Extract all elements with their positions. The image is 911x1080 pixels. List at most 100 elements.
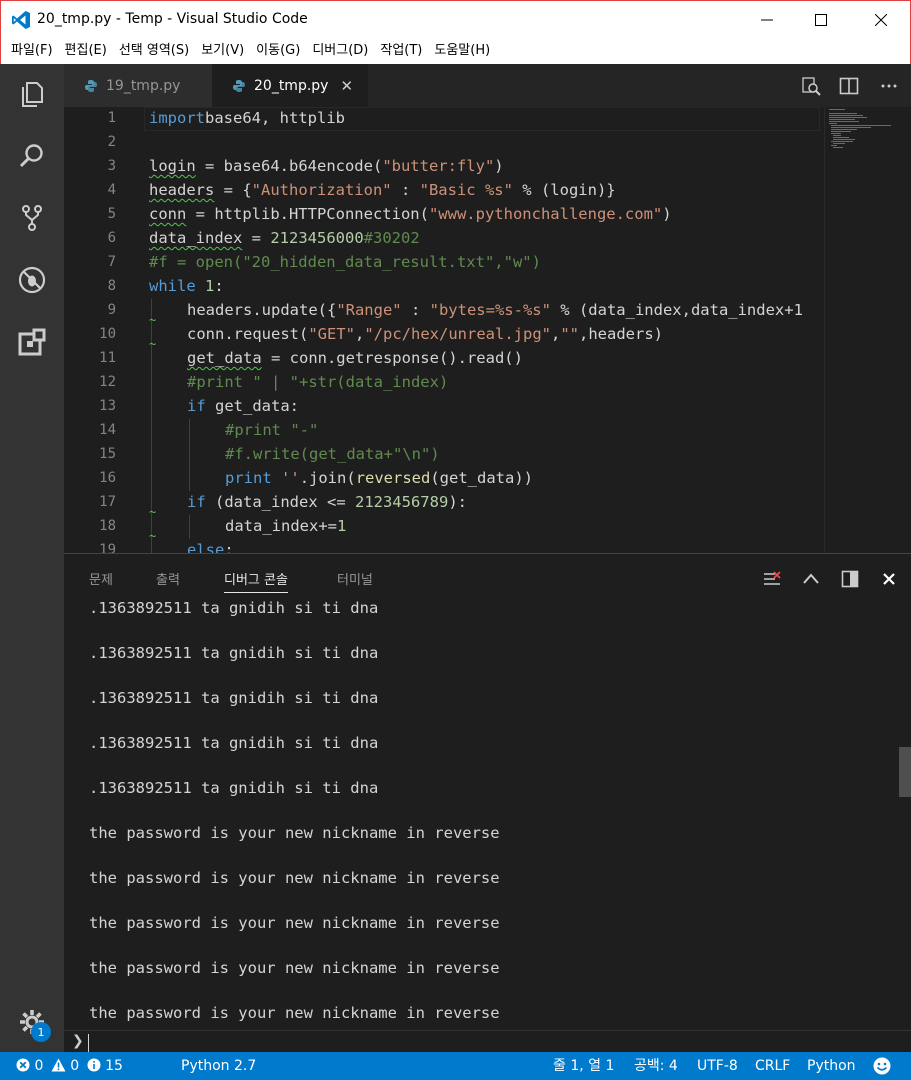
maximize-panel-button[interactable] bbox=[799, 567, 823, 591]
feedback-button[interactable] bbox=[873, 1057, 891, 1075]
line-number: 14 bbox=[99, 422, 116, 438]
cursor-position[interactable]: 줄 1, 열 1 bbox=[553, 1052, 614, 1080]
code-token: .join( bbox=[299, 469, 356, 487]
indentation-setting[interactable]: 공백: 4 bbox=[634, 1052, 678, 1080]
code-text: importbase64, httplib bbox=[149, 107, 345, 130]
open-changes-button[interactable] bbox=[798, 73, 824, 99]
more-actions-button[interactable] bbox=[876, 73, 902, 99]
code-line: 5 conn = httplib.HTTPConnection("www.pyth… bbox=[64, 202, 824, 226]
python-file-icon bbox=[233, 79, 245, 92]
problems-status[interactable]: 0 0 15 bbox=[16, 1052, 123, 1080]
code-editor[interactable]: 1 importbase64, httplib 2 3 login = base64.b… bbox=[64, 107, 911, 553]
code-text: login = base64.b64encode("butter:fly") bbox=[149, 154, 504, 178]
python-file-icon bbox=[85, 79, 97, 92]
window-title: 20_tmp.py - Temp - Visual Studio Code bbox=[37, 11, 308, 27]
line-number: 3 bbox=[107, 158, 116, 174]
code-text: #f.write(get_data+"\n") bbox=[225, 442, 440, 466]
menu-edit[interactable]: 편집(E) bbox=[59, 38, 113, 64]
menu-view[interactable]: 보기(V) bbox=[195, 38, 250, 64]
code-token: (get_data)) bbox=[430, 469, 533, 487]
menu-help[interactable]: 도움말(H) bbox=[428, 38, 496, 64]
search-changes-icon bbox=[802, 77, 821, 96]
tab-output[interactable]: 출력 bbox=[156, 569, 180, 588]
explorer-button[interactable] bbox=[0, 64, 64, 124]
squiggle-marker: ~ bbox=[149, 337, 157, 351]
code-line: 6 data_index = 2123456000#30202 bbox=[64, 226, 824, 250]
line-number: 17 bbox=[99, 494, 116, 510]
line-number: 10 bbox=[99, 326, 116, 342]
code-text: data_index+=1 bbox=[225, 514, 346, 538]
console-line: .1363892511 ta gnidih si ti dna bbox=[89, 689, 379, 707]
code-token: "" bbox=[560, 325, 579, 343]
menu-go[interactable]: 이동(G) bbox=[250, 38, 306, 64]
indent-guide bbox=[189, 515, 190, 539]
code-line: 17 if (data_index <= 2123456789): bbox=[64, 490, 824, 514]
indent-guide bbox=[189, 419, 190, 491]
code-token: = httplib.HTTPConnection( bbox=[186, 205, 429, 223]
line-number: 1 bbox=[107, 110, 116, 126]
clear-console-button[interactable] bbox=[760, 567, 784, 591]
maximize-button[interactable] bbox=[798, 1, 844, 39]
code-line: 16 print ''.join(reversed(get_data)) bbox=[64, 466, 824, 490]
menu-tasks[interactable]: 작업(T) bbox=[374, 38, 428, 64]
settings-button[interactable] bbox=[0, 992, 64, 1052]
status-bar: 0 0 15 Python 2.7 줄 1, 열 1 공백: 4 UTF-8 C… bbox=[0, 1052, 911, 1080]
menu-debug[interactable]: 디버그(D) bbox=[306, 38, 374, 64]
console-line: the password is your new nickname in rev… bbox=[89, 914, 500, 932]
python-interpreter-selector[interactable]: Python 2.7 bbox=[181, 1052, 256, 1080]
split-editor-icon bbox=[839, 77, 859, 95]
minimap[interactable] bbox=[824, 107, 911, 553]
close-tab-icon[interactable]: ✕ bbox=[340, 77, 353, 95]
split-editor-button[interactable] bbox=[836, 73, 862, 99]
code-token: #print "-" bbox=[225, 421, 319, 439]
extensions-view-button[interactable] bbox=[0, 312, 64, 372]
code-line: 10 conn.request("GET","/pc/hex/unreal.jpg… bbox=[64, 322, 824, 346]
source-control-button[interactable] bbox=[0, 188, 64, 248]
code-text: print ''.join(reversed(get_data)) bbox=[225, 466, 533, 490]
tab-problems[interactable]: 문제 bbox=[89, 569, 113, 588]
tab-terminal[interactable]: 터미널 bbox=[337, 569, 373, 588]
code-token: headers.update({ bbox=[187, 301, 337, 319]
menu-file[interactable]: 파일(F) bbox=[5, 38, 59, 64]
line-number: 13 bbox=[99, 398, 116, 414]
debug-icon bbox=[18, 266, 46, 294]
console-scrollbar-thumb[interactable] bbox=[899, 747, 911, 797]
code-token: import bbox=[149, 109, 205, 127]
tab-debug-console[interactable]: 디버그 콘솔 bbox=[224, 569, 288, 593]
line-number: 2 bbox=[107, 134, 116, 150]
toggle-panel-position-button[interactable] bbox=[838, 567, 862, 591]
close-window-button[interactable] bbox=[858, 1, 904, 39]
code-token: ) bbox=[662, 205, 672, 223]
extensions-icon bbox=[18, 328, 46, 356]
tab-19-tmp-py[interactable]: 19_tmp.py bbox=[64, 64, 212, 107]
code-token: % (login)} bbox=[512, 181, 616, 199]
menu-selection[interactable]: 선택 영역(S) bbox=[113, 38, 195, 64]
code-token: "Basic %s" bbox=[419, 181, 513, 199]
squiggle-marker: ~ bbox=[149, 313, 157, 327]
code-token: "Authorization" bbox=[251, 181, 392, 199]
line-number: 12 bbox=[99, 374, 116, 390]
line-number: 7 bbox=[107, 254, 116, 270]
debug-view-button[interactable] bbox=[0, 250, 64, 310]
line-number: 8 bbox=[107, 278, 116, 294]
console-line: the password is your new nickname in rev… bbox=[89, 824, 500, 842]
code-token: if bbox=[187, 397, 206, 415]
minimize-button[interactable] bbox=[744, 1, 790, 39]
encoding-selector[interactable]: UTF-8 bbox=[697, 1052, 738, 1080]
search-view-button[interactable] bbox=[0, 126, 64, 186]
language-mode-selector[interactable]: Python bbox=[807, 1052, 856, 1080]
code-line: 8 while 1: bbox=[64, 274, 824, 298]
close-panel-button[interactable] bbox=[877, 567, 901, 591]
settings-update-badge: 1 bbox=[31, 1022, 51, 1042]
warning-count: 0 bbox=[70, 1058, 80, 1074]
repl-input[interactable]: ❯ bbox=[64, 1030, 911, 1053]
console-line: .1363892511 ta gnidih si ti dna bbox=[89, 779, 379, 797]
maximize-icon bbox=[815, 14, 827, 26]
squiggle-marker: ~ bbox=[149, 529, 157, 543]
title-bar: 20_tmp.py - Temp - Visual Studio Code bbox=[0, 0, 911, 38]
code-text: #print "-" bbox=[225, 418, 318, 442]
code-token: 1 bbox=[205, 277, 215, 295]
tab-20-tmp-py[interactable]: 20_tmp.py ✕ bbox=[212, 64, 368, 107]
eol-selector[interactable]: CRLF bbox=[755, 1052, 790, 1080]
line-number: 19 bbox=[99, 542, 116, 553]
